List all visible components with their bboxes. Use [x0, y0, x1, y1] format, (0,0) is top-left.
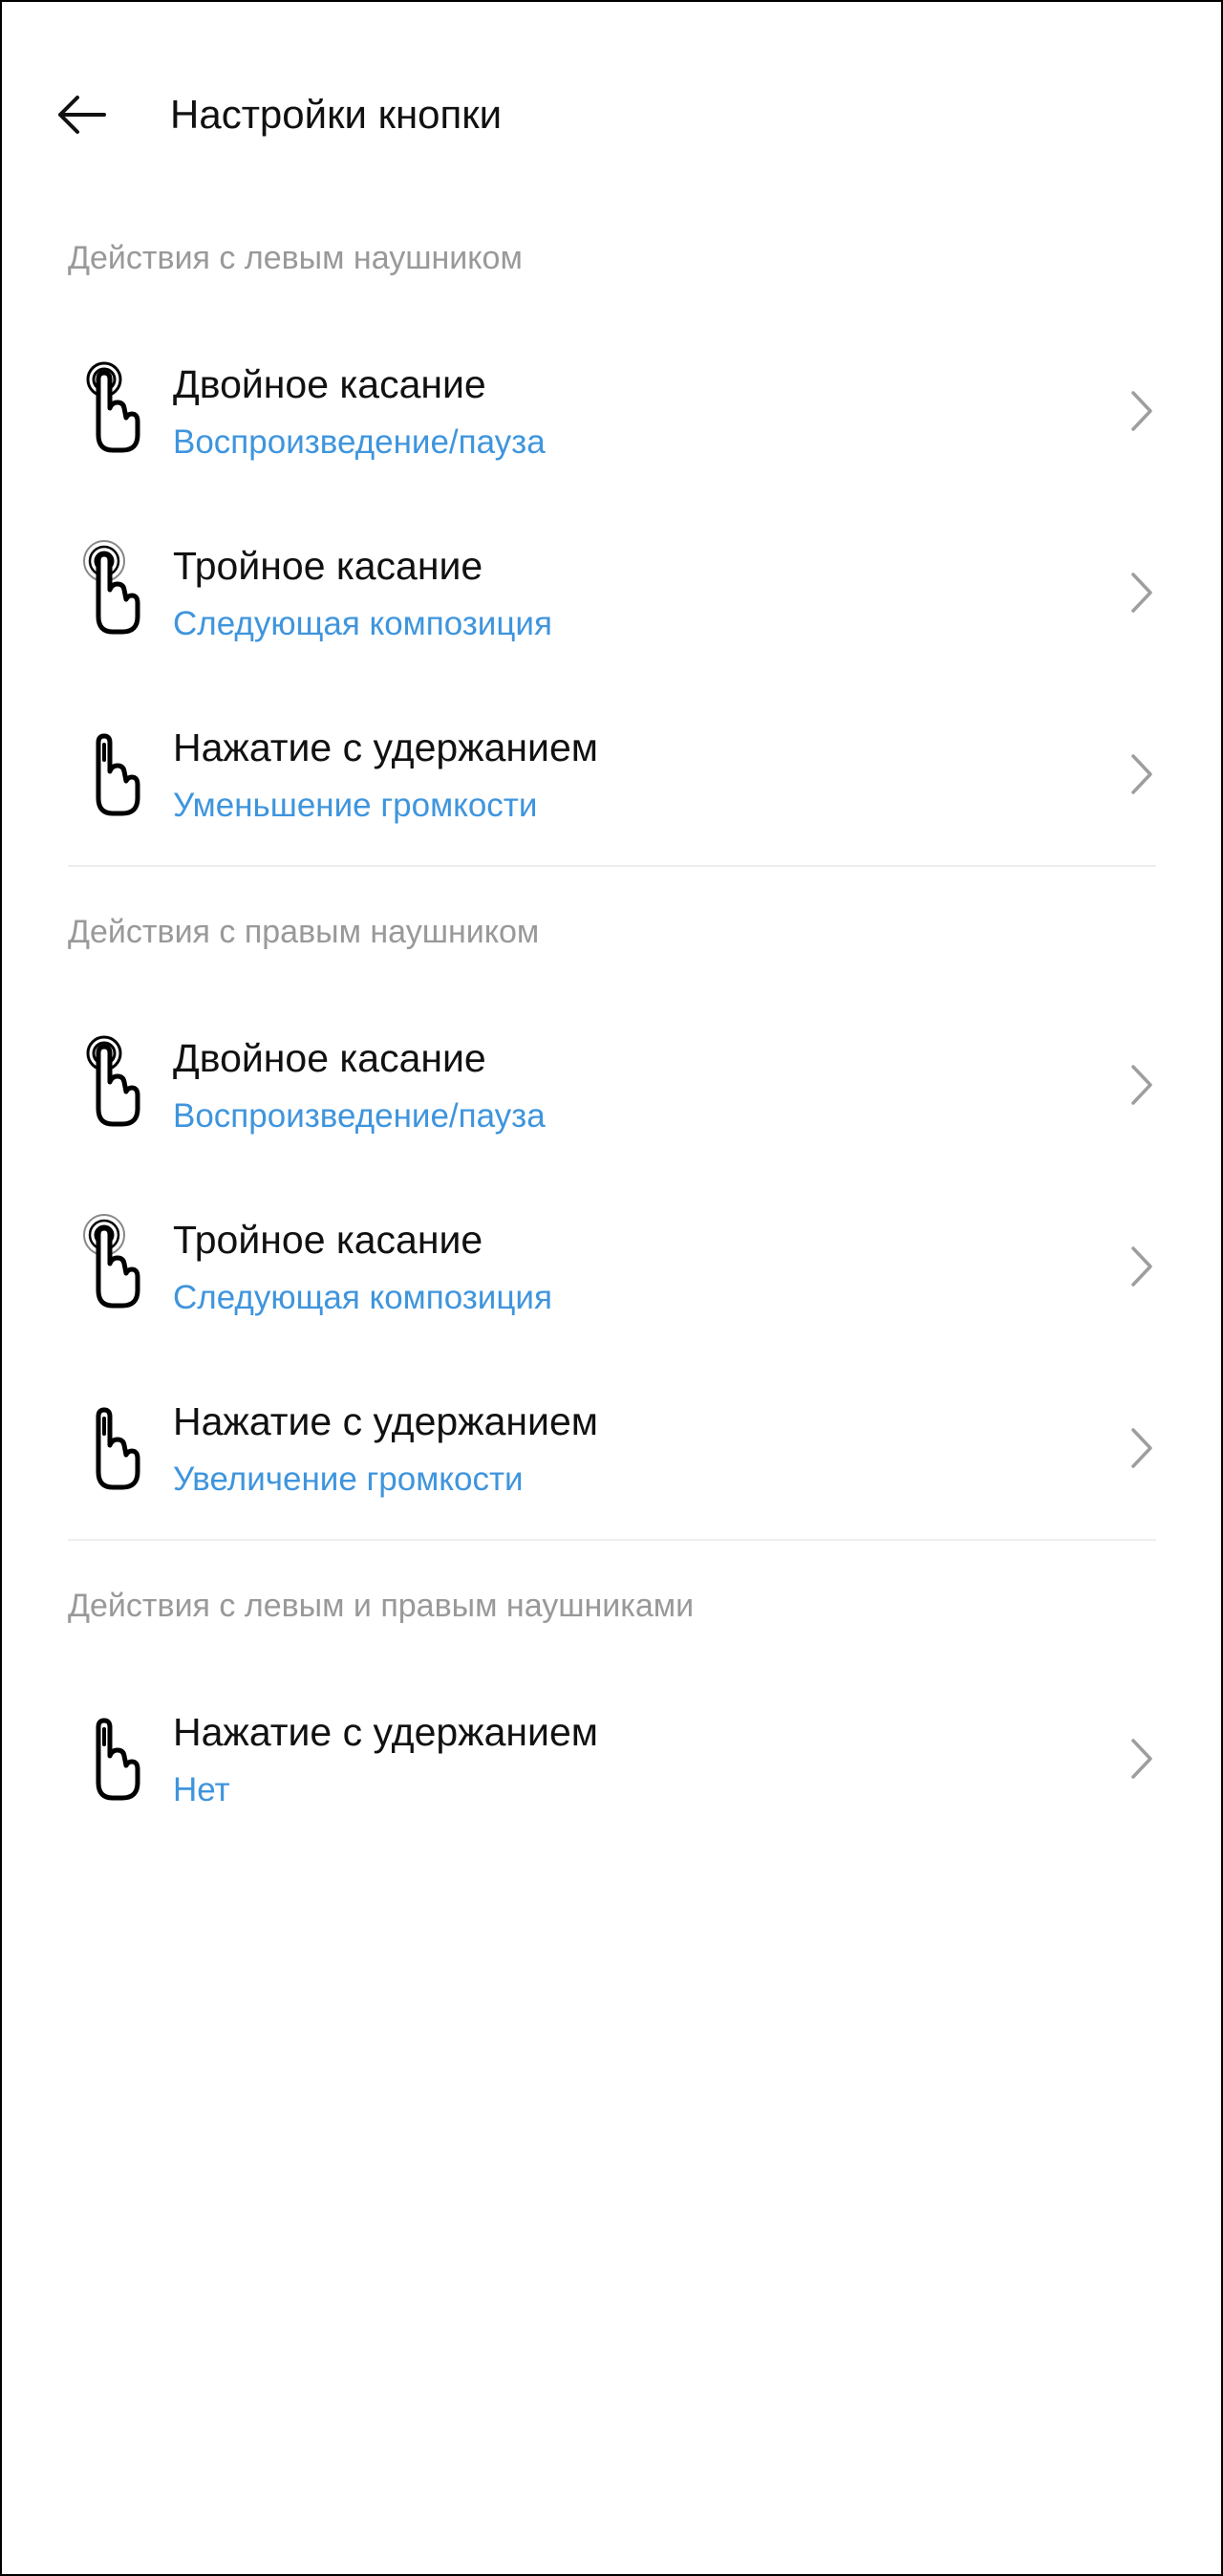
section-header-left-earbud: Действия с левым наушником	[68, 240, 523, 276]
page-title: Настройки кнопки	[170, 92, 503, 137]
chevron-right-icon	[1131, 1739, 1152, 1779]
item-value: Увеличение громкости	[173, 1461, 524, 1498]
item-value: Воспроизведение/пауза	[173, 1097, 546, 1135]
item-title: Нажатие с удержанием	[173, 725, 598, 769]
top-app-bar: Настройки кнопки	[0, 0, 1223, 229]
section-divider	[68, 865, 1156, 867]
arrow-left-icon	[58, 96, 106, 134]
chevron-right-icon	[1131, 1065, 1152, 1105]
list-item-left-press-hold[interactable]: Нажатие с удержанием Уменьшение громкост…	[0, 683, 1223, 865]
chevron-right-icon	[1131, 573, 1152, 613]
back-button[interactable]	[48, 86, 115, 143]
item-value: Следующая композиция	[173, 605, 552, 642]
list-item-right-triple-tap[interactable]: Тройное касание Следующая композиция	[0, 1176, 1223, 1357]
triple-tap-icon	[83, 540, 140, 635]
section-divider	[68, 1539, 1156, 1541]
chevron-right-icon	[1131, 1246, 1152, 1287]
item-value: Следующая композиция	[173, 1279, 552, 1316]
item-title: Двойное касание	[173, 1036, 486, 1080]
item-title: Двойное касание	[173, 362, 486, 406]
section-header-right-earbud: Действия с правым наушником	[68, 914, 540, 950]
chevron-right-icon	[1131, 754, 1152, 794]
item-title: Тройное касание	[173, 544, 483, 588]
triple-tap-icon	[83, 1214, 140, 1309]
item-title: Тройное касание	[173, 1218, 483, 1262]
list-item-left-triple-tap[interactable]: Тройное касание Следующая композиция	[0, 502, 1223, 683]
chevron-right-icon	[1131, 1428, 1152, 1468]
item-value: Нет	[173, 1771, 230, 1808]
list-item-right-press-hold[interactable]: Нажатие с удержанием Увеличение громкост…	[0, 1357, 1223, 1539]
list-item-both-press-hold[interactable]: Нажатие с удержанием Нет	[0, 1668, 1223, 1850]
item-value: Воспроизведение/пауза	[173, 423, 546, 461]
section-header-both-earbuds: Действия с левым и правым наушниками	[68, 1588, 695, 1624]
double-tap-icon	[86, 361, 140, 453]
item-value: Уменьшение громкости	[173, 787, 538, 824]
item-title: Нажатие с удержанием	[173, 1710, 598, 1754]
list-item-right-double-tap[interactable]: Двойное касание Воспроизведение/пауза	[0, 994, 1223, 1176]
chevron-right-icon	[1131, 391, 1152, 431]
double-tap-icon	[86, 1035, 140, 1127]
list-item-left-double-tap[interactable]: Двойное касание Воспроизведение/пауза	[0, 320, 1223, 502]
press-hold-icon	[96, 1407, 140, 1490]
press-hold-icon	[96, 733, 140, 816]
item-title: Нажатие с удержанием	[173, 1399, 598, 1443]
press-hold-icon	[96, 1718, 140, 1801]
